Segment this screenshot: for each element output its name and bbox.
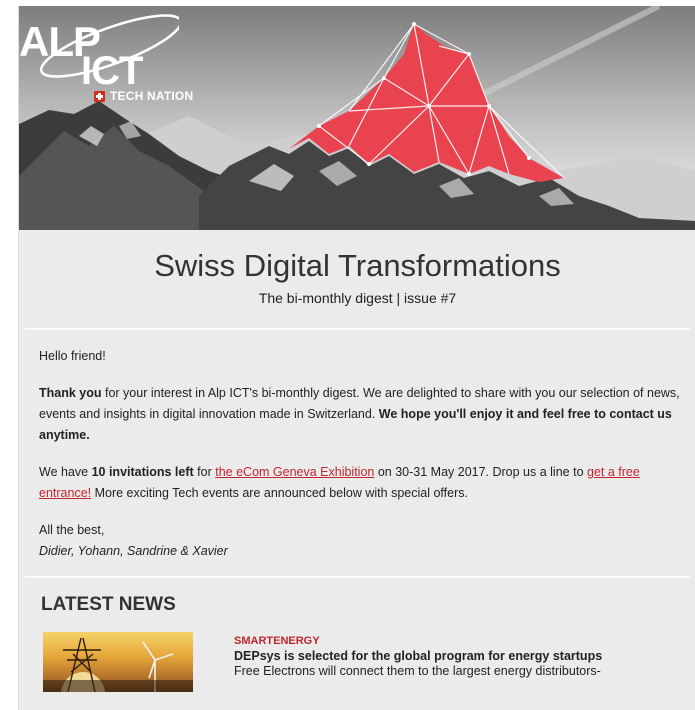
divider bbox=[25, 328, 690, 330]
greeting: Hello friend! bbox=[39, 349, 106, 363]
swiss-flag-icon bbox=[94, 90, 105, 102]
latest-news-heading: LATEST NEWS bbox=[41, 594, 176, 615]
invite-text-2: for bbox=[193, 465, 216, 479]
alp-ict-logo: ALP ICT bbox=[19, 14, 179, 92]
divider bbox=[25, 576, 690, 578]
invite-strong: 10 invitations left bbox=[91, 465, 194, 479]
digest-subtitle: The bi-monthly digest | issue #7 bbox=[258, 290, 457, 306]
invite-text-4: More exciting Tech events are announced … bbox=[91, 486, 468, 500]
news-category[interactable]: SMARTENERGY bbox=[234, 635, 674, 647]
news-item[interactable]: SMARTENERGY DEPsys is selected for the g… bbox=[43, 632, 695, 692]
signoff: All the best, bbox=[39, 523, 105, 537]
invite-text-1: We have bbox=[39, 465, 92, 479]
digest-title: Swiss Digital Transformations bbox=[154, 248, 561, 283]
invitation-paragraph: We have 10 invitations left for the eCom… bbox=[39, 462, 684, 504]
energy-thumbnail-image bbox=[43, 637, 193, 692]
logo-tagline: TECH NATION bbox=[94, 89, 193, 103]
newsletter-frame: ALP ICT TECH NATION Swiss Digital Transf… bbox=[18, 6, 695, 710]
news-headline[interactable]: DEPsys is selected for the global progra… bbox=[234, 649, 674, 663]
hero-banner: ALP ICT TECH NATION bbox=[19, 6, 695, 230]
ecom-geneva-link[interactable]: the eCom Geneva Exhibition bbox=[215, 465, 374, 479]
news-text: SMARTENERGY DEPsys is selected for the g… bbox=[234, 632, 674, 692]
invite-text-3: on 30-31 May 2017. Drop us a line to bbox=[374, 465, 587, 479]
news-description: Free Electrons will connect them to the … bbox=[234, 664, 601, 678]
logo-tagline-text: TECH NATION bbox=[110, 89, 194, 103]
intro-strong-1: Thank you bbox=[39, 386, 102, 400]
intro-paragraph: Thank you for your interest in Alp ICT's… bbox=[39, 383, 684, 446]
logo-line2: ICT bbox=[81, 49, 143, 92]
signers: Didier, Yohann, Sandrine & Xavier bbox=[39, 544, 228, 558]
news-thumbnail[interactable] bbox=[43, 632, 193, 692]
letter-body: Hello friend! Thank you for your interes… bbox=[19, 346, 695, 562]
